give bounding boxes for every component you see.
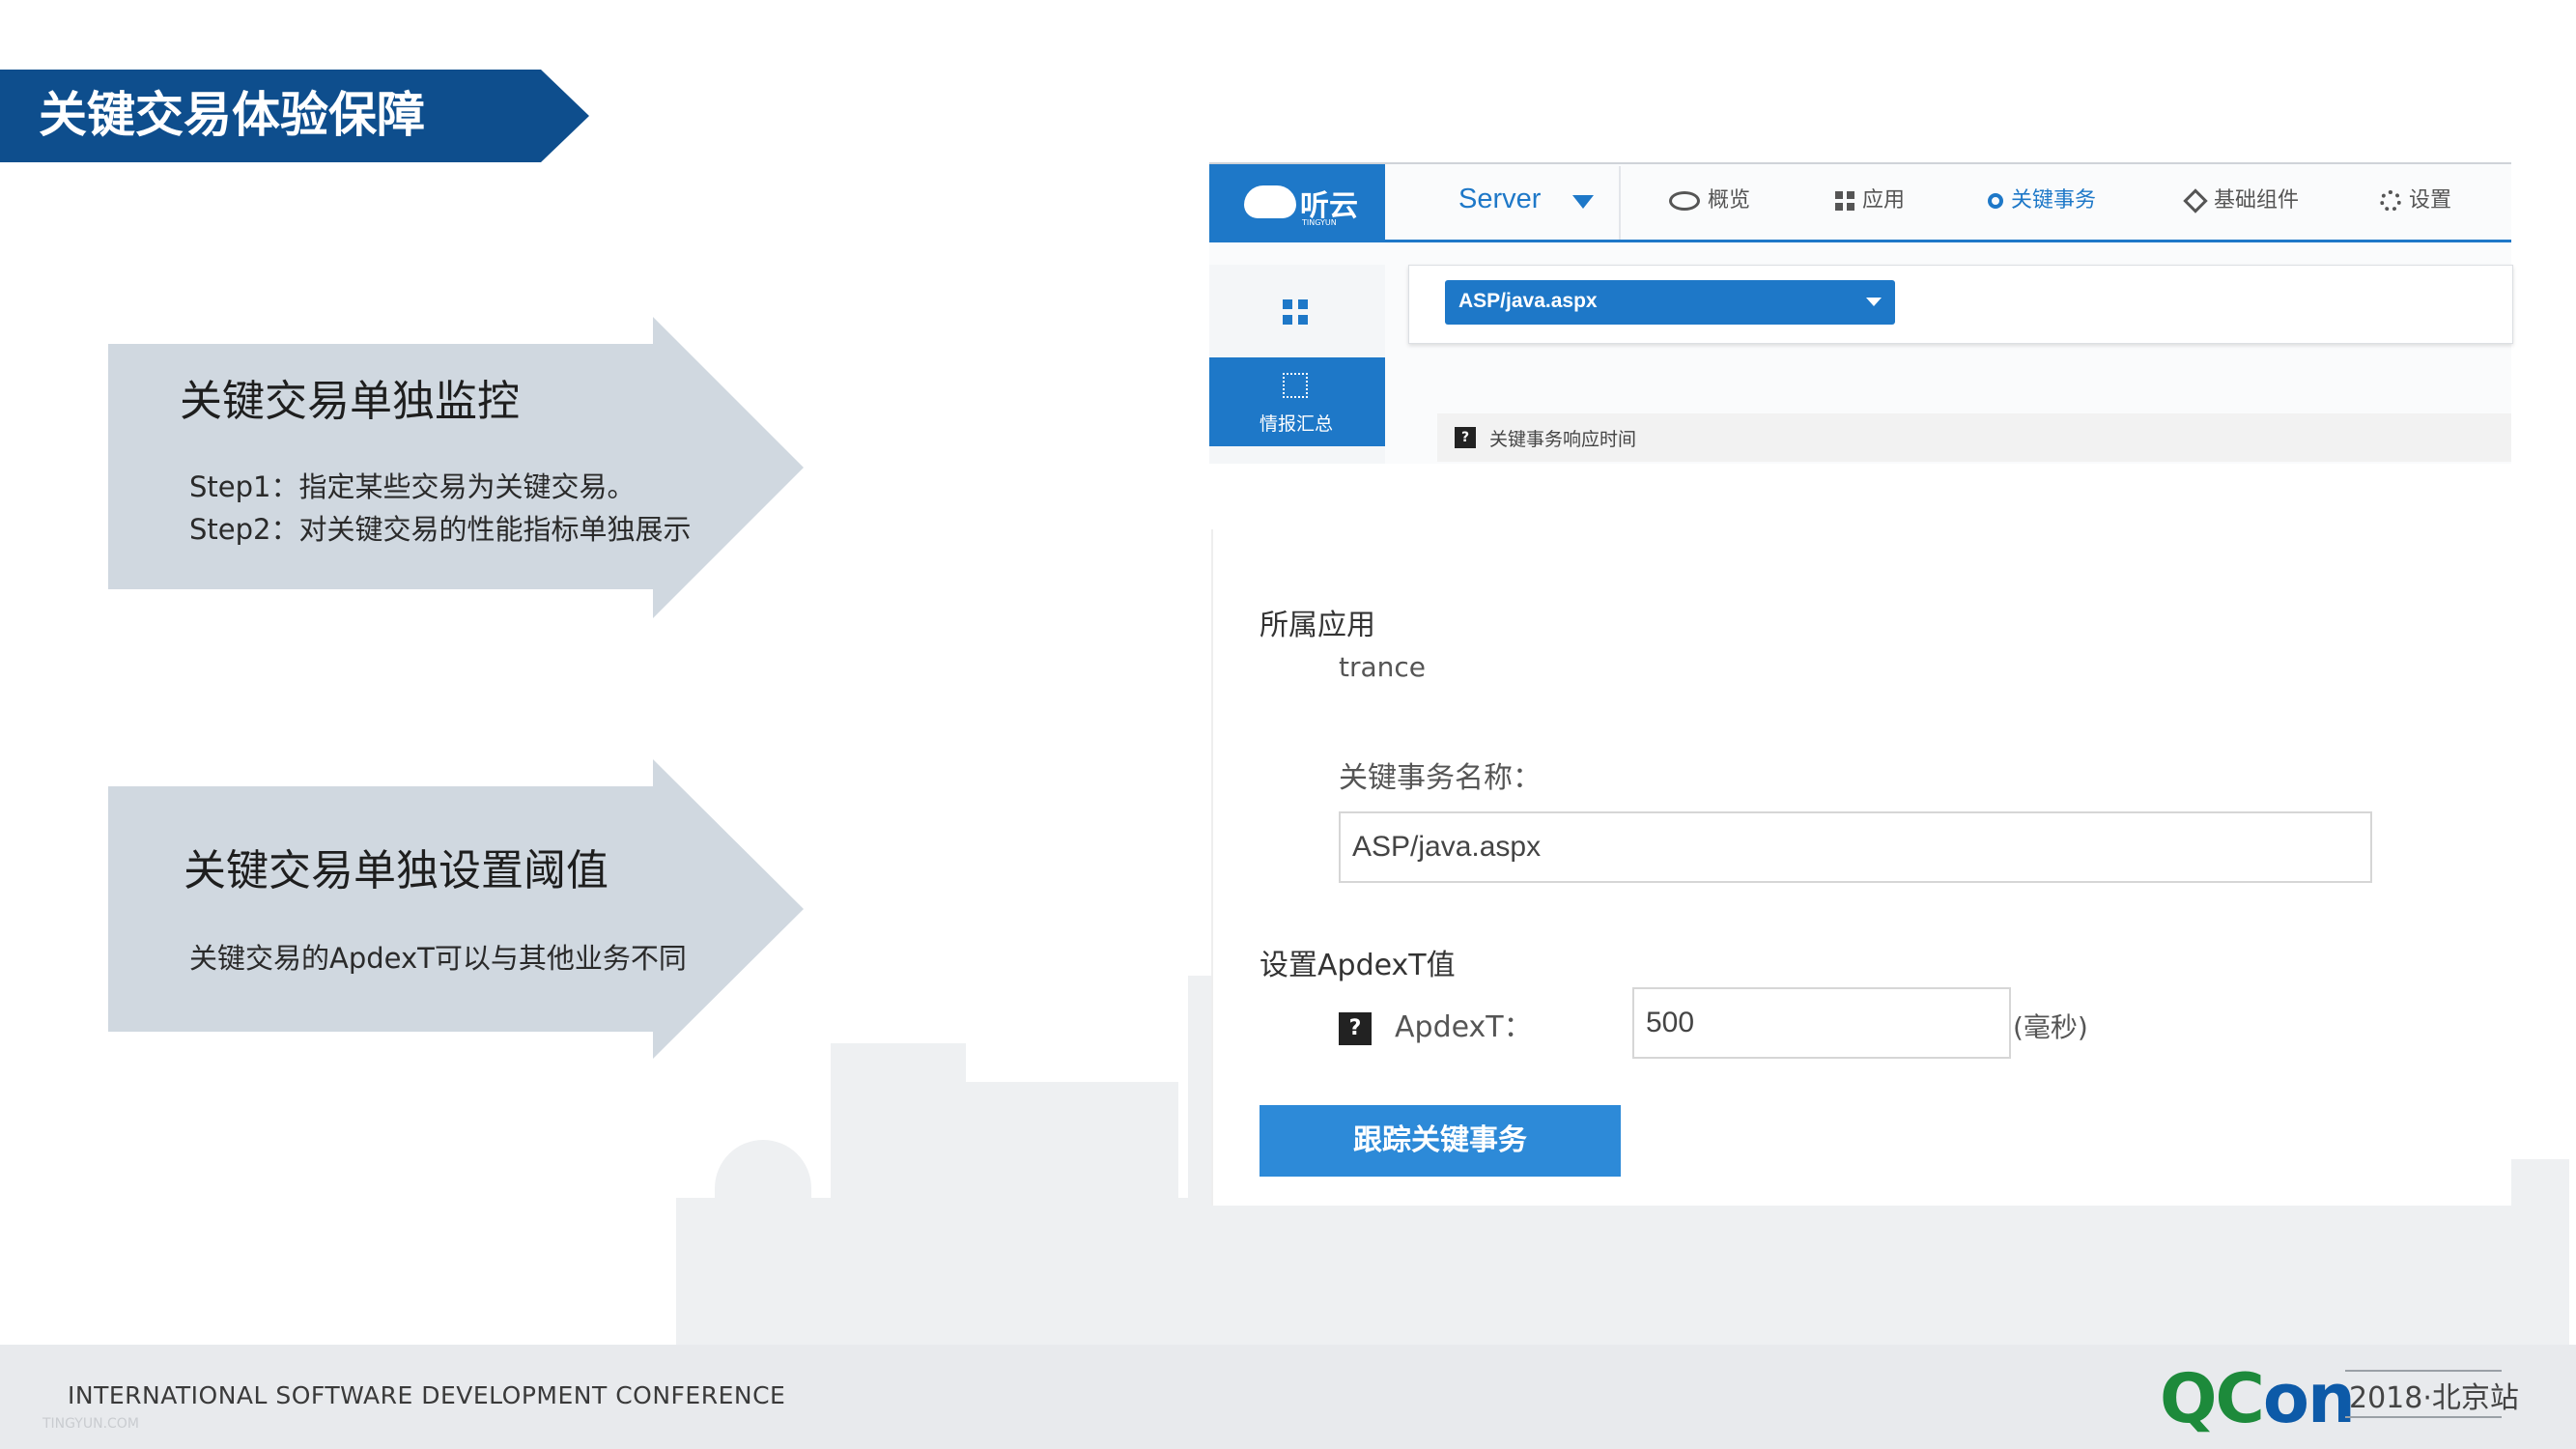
help-icon: ?	[1455, 427, 1476, 448]
cube-icon	[2183, 188, 2208, 213]
logo-divider	[2345, 1370, 2502, 1372]
qcon-logo: QCon	[2160, 1359, 2356, 1438]
nav-item-components[interactable]: 基础组件	[2183, 184, 2300, 218]
nav-item-key-transactions[interactable]: 关键事务	[1988, 184, 2096, 218]
transaction-select-value: ASP/java.aspx	[1458, 290, 1598, 312]
nav-label-apps: 应用	[1862, 188, 1906, 213]
help-icon: ?	[1339, 1012, 1372, 1045]
nav-top-border	[1209, 162, 2511, 164]
server-dropdown-label: Server	[1458, 184, 1542, 214]
apdex-label: ApdexT：	[1395, 1010, 1533, 1044]
cloud-icon	[1244, 185, 1296, 218]
grid-icon	[1835, 191, 1854, 211]
transaction-select[interactable]: ASP/java.aspx	[1445, 280, 1895, 325]
footer-watermark: TINGYUN.COM	[42, 1416, 139, 1432]
conference-edition: 2018·北京站	[2349, 1381, 2519, 1415]
track-key-transaction-button[interactable]: 跟踪关键事务	[1260, 1105, 1621, 1177]
nav-label-settings: 设置	[2409, 188, 2452, 213]
metric-row: ? 关键事务响应时间	[1437, 413, 2511, 462]
app-logo[interactable]: 听云 TINGYUN	[1209, 164, 1385, 242]
logo-divider	[2345, 1416, 2502, 1418]
gear-icon	[2380, 190, 2401, 212]
eye-icon	[1669, 191, 1700, 211]
apdex-input[interactable]: 500	[1632, 987, 2011, 1059]
panel-title-threshold: 关键交易单独设置阈值	[184, 846, 609, 895]
name-field-label: 关键事务名称：	[1339, 761, 1542, 795]
panel-line-apdex: 关键交易的ApdexT可以与其他业务不同	[189, 942, 687, 975]
conference-name: INTERNATIONAL SOFTWARE DEVELOPMENT CONFE…	[68, 1381, 786, 1409]
nav-item-apps[interactable]: 应用	[1835, 184, 1905, 218]
target-icon	[1988, 193, 2003, 209]
nav-item-settings[interactable]: 设置	[2380, 184, 2451, 218]
nav-bottom-border	[1209, 240, 2511, 242]
form-left-border	[1211, 529, 1213, 1206]
nav-label-key-transactions: 关键事务	[2011, 188, 2097, 213]
side-item-summary-label: 情报汇总	[1260, 413, 1334, 435]
caret-down-icon	[1572, 195, 1594, 209]
qcon-logo-on: on	[2262, 1359, 2356, 1438]
nav-label-overview: 概览	[1708, 188, 1751, 213]
apdex-section-label: 设置ApdexT值	[1260, 949, 1456, 982]
panel-line-step2: Step2：对关键交易的性能指标单独展示	[189, 513, 692, 546]
app-field-value: trance	[1339, 651, 1427, 683]
dashboard-icon	[1283, 373, 1308, 398]
logo-subtext: TINGYUN	[1302, 218, 1337, 227]
caret-down-icon	[1866, 298, 1882, 306]
side-item-summary[interactable]: 情报汇总	[1209, 357, 1385, 446]
nav-divider	[1619, 166, 1621, 240]
panel-line-step1: Step1：指定某些交易为关键交易。	[189, 470, 636, 503]
qcon-logo-q: QC	[2160, 1359, 2265, 1438]
app-field-label: 所属应用	[1260, 609, 1375, 642]
nav-label-components: 基础组件	[2214, 188, 2300, 213]
panel-title-monitoring: 关键交易单独监控	[180, 377, 520, 426]
slide-title: 关键交易体验保障	[39, 87, 425, 143]
server-dropdown[interactable]: Server	[1449, 180, 1613, 222]
transaction-name-input[interactable]: ASP/java.aspx	[1339, 811, 2372, 883]
metric-row-label: 关键事务响应时间	[1489, 429, 1637, 450]
nav-item-overview[interactable]: 概览	[1669, 184, 1750, 218]
apdex-unit: (毫秒)	[2013, 1011, 2088, 1043]
apps-grid-icon[interactable]	[1283, 299, 1308, 325]
